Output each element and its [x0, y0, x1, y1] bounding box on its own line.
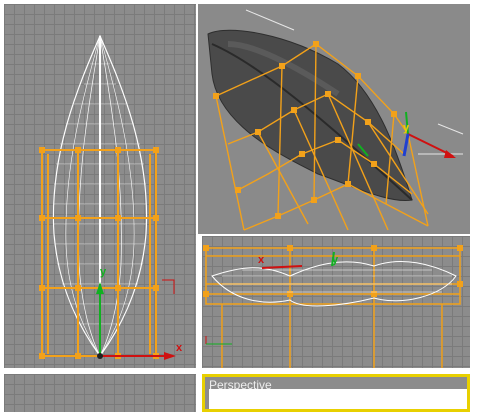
- viewport-left[interactable]: x y: [202, 236, 470, 368]
- viewport-white-panel: [209, 389, 467, 409]
- left-axis-y-label: y: [332, 254, 339, 266]
- viewport-perspective[interactable]: y: [198, 4, 470, 234]
- viewport-front[interactable]: y x: [4, 4, 196, 368]
- front-view-canvas: [39, 34, 176, 360]
- viewport-bottom-left[interactable]: [4, 374, 196, 412]
- viewport-bottom-right[interactable]: Perspective: [202, 374, 470, 412]
- persp-axis-y-label: y: [403, 122, 410, 134]
- front-axis-y-label: y: [100, 266, 107, 278]
- perspective-view-canvas: [207, 9, 464, 231]
- front-axis-x-label: x: [176, 342, 183, 354]
- left-axis-x-label: x: [258, 254, 265, 266]
